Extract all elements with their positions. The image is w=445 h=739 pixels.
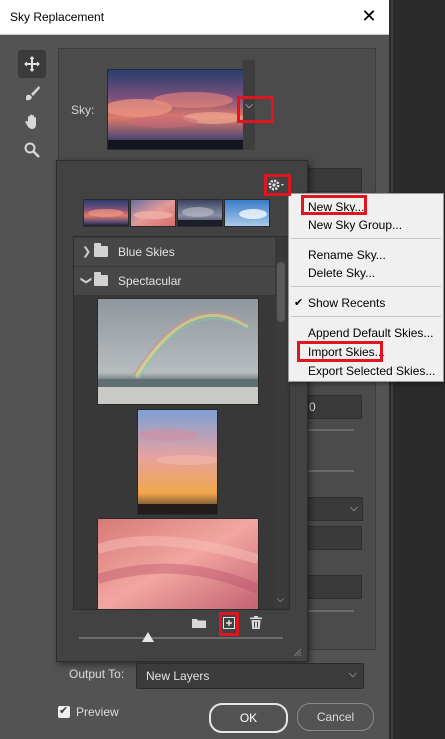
recent-sky-thumbnail[interactable] bbox=[177, 199, 223, 227]
gear-icon[interactable] bbox=[266, 176, 288, 194]
zoom-tool-icon[interactable] bbox=[18, 136, 46, 164]
chevron-down-icon[interactable]: ❯ bbox=[80, 276, 93, 285]
value-field[interactable]: 0 bbox=[305, 395, 362, 419]
menu-separator bbox=[291, 238, 441, 239]
menu-separator bbox=[291, 316, 441, 317]
checkmark-icon: ✔ bbox=[294, 297, 304, 309]
preview-label[interactable]: Preview bbox=[76, 705, 119, 719]
move-tool-icon[interactable] bbox=[18, 50, 46, 78]
folder-label: Blue Skies bbox=[118, 245, 175, 259]
recent-sky-thumbnail[interactable] bbox=[83, 199, 129, 227]
new-sky-icon[interactable] bbox=[223, 617, 235, 629]
sky-image-sunset[interactable] bbox=[137, 409, 218, 515]
resize-grip-icon[interactable] bbox=[292, 646, 302, 657]
sky-image-rainbow[interactable] bbox=[97, 298, 259, 405]
gear-context-menu: New Sky... New Sky Group... Rename Sky..… bbox=[288, 193, 444, 382]
menu-separator bbox=[291, 286, 441, 287]
folder-icon bbox=[94, 243, 108, 257]
slider-track[interactable] bbox=[308, 429, 354, 431]
folder-spectacular[interactable]: ❯ Spectacular bbox=[74, 267, 275, 295]
menu-item-import-skies[interactable]: Import Skies... bbox=[308, 345, 385, 359]
recent-sky-thumbnail[interactable] bbox=[224, 199, 270, 227]
value-text: 0 bbox=[309, 400, 316, 414]
menu-item-new-sky-group[interactable]: New Sky Group... bbox=[308, 218, 402, 232]
field-background bbox=[305, 168, 362, 192]
preview-checkbox[interactable] bbox=[58, 704, 70, 718]
ok-button[interactable]: OK bbox=[209, 703, 288, 733]
sky-image-pink-clouds[interactable] bbox=[97, 518, 259, 610]
chevron-down-icon[interactable]: ⌵ bbox=[243, 100, 255, 114]
window-title: Sky Replacement bbox=[10, 10, 105, 24]
sky-brush-icon[interactable] bbox=[18, 79, 46, 107]
sky-label: Sky: bbox=[71, 103, 95, 117]
slider-track[interactable] bbox=[308, 610, 354, 612]
menu-item-export-selected-skies[interactable]: Export Selected Skies... bbox=[308, 364, 435, 378]
folder-blue-skies[interactable]: ❯ Blue Skies bbox=[74, 238, 275, 266]
folder-label: Spectacular bbox=[118, 274, 182, 288]
close-icon[interactable]: ✕ bbox=[359, 6, 379, 26]
menu-item-new-sky[interactable]: New Sky... bbox=[308, 200, 364, 214]
output-to-label: Output To: bbox=[69, 667, 125, 681]
chevron-right-icon[interactable]: ❯ bbox=[82, 245, 91, 258]
chevron-down-icon: ⌵ bbox=[348, 668, 357, 680]
hand-tool-icon[interactable] bbox=[18, 108, 46, 136]
scroll-down-arrow-icon[interactable]: ⌵ bbox=[277, 594, 284, 605]
cancel-button[interactable]: Cancel bbox=[297, 703, 374, 731]
output-to-value: New Layers bbox=[146, 669, 210, 683]
scrollbar-thumb[interactable] bbox=[277, 262, 285, 322]
field-background[interactable] bbox=[305, 526, 362, 550]
chevron-down-icon: ⌵ bbox=[349, 502, 358, 514]
dropdown-field[interactable]: ⌵ bbox=[305, 497, 363, 521]
menu-item-rename-sky[interactable]: Rename Sky... bbox=[308, 248, 386, 262]
menu-item-delete-sky[interactable]: Delete Sky... bbox=[308, 266, 375, 280]
output-to-select[interactable]: New Layers ⌵ bbox=[136, 663, 364, 689]
field-background[interactable] bbox=[305, 575, 362, 599]
trash-icon[interactable] bbox=[250, 616, 262, 629]
folder-icon bbox=[94, 272, 108, 286]
slider-thumb[interactable] bbox=[142, 632, 154, 642]
thumbnail-size-slider[interactable] bbox=[79, 637, 283, 639]
slider-track[interactable] bbox=[308, 470, 354, 472]
recent-sky-thumbnail[interactable] bbox=[130, 199, 176, 227]
sky-preview-thumbnail[interactable] bbox=[107, 69, 245, 150]
new-group-folder-icon[interactable] bbox=[192, 617, 206, 628]
title-bar: Sky Replacement ✕ bbox=[0, 0, 389, 35]
menu-item-show-recents[interactable]: Show Recents bbox=[308, 296, 385, 310]
menu-item-append-default-skies[interactable]: Append Default Skies... bbox=[308, 326, 433, 340]
